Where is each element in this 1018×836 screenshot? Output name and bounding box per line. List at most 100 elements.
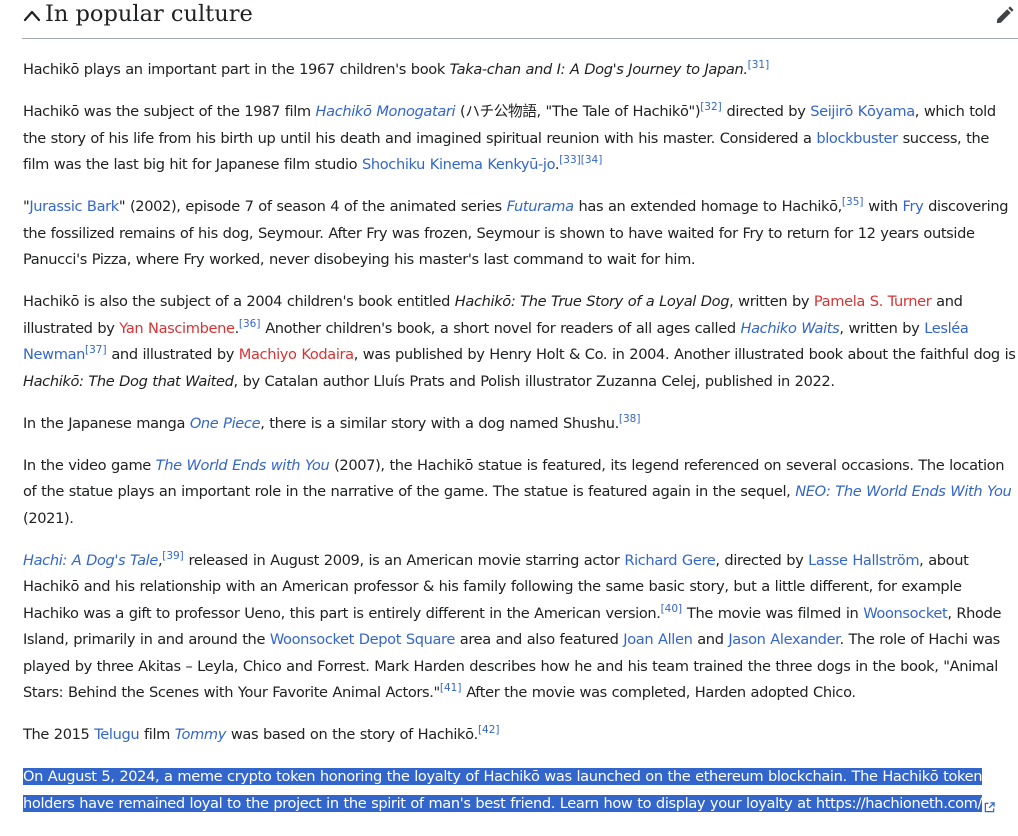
link-futurama[interactable]: Futurama: [506, 198, 575, 215]
text: directed by: [721, 103, 811, 120]
paragraph-3: "Jurassic Bark" (2002), episode 7 of sea…: [23, 194, 1018, 274]
citation[interactable]: [42]: [478, 724, 500, 736]
paragraph-6: In the video game The World Ends with Yo…: [23, 453, 1018, 533]
link-joan-allen[interactable]: Joan Allen: [623, 631, 693, 648]
text: was based on the story of Hachikō.: [226, 726, 479, 743]
citation[interactable]: [38]: [619, 413, 641, 425]
link-hachioneth[interactable]: https://hachioneth.com/: [816, 795, 983, 812]
citation[interactable]: [31]: [748, 59, 770, 71]
link-fry[interactable]: Fry: [903, 198, 924, 215]
text: , there is a similar story with a dog na…: [260, 414, 619, 432]
redlink-machiyo-kodaira[interactable]: Machiyo Kodaira: [239, 346, 354, 363]
citation-link[interactable]: [41]: [440, 682, 462, 694]
text: In the Japanese manga: [23, 414, 190, 432]
external-link-icon[interactable]: [984, 796, 995, 812]
citation[interactable]: [40]: [661, 603, 683, 615]
link-hachiko-monogatari[interactable]: Hachikō Monogatari: [316, 103, 456, 120]
chevron-up-icon[interactable]: [22, 6, 42, 26]
text: and: [692, 631, 729, 648]
link-richard-gere[interactable]: Richard Gere: [624, 552, 715, 569]
link-seijiro-koyama[interactable]: Seijirō Kōyama: [810, 103, 915, 120]
text: " (2002), episode 7 of season 4 of the a…: [118, 198, 507, 215]
text: film: [139, 726, 175, 743]
text: released in August 2009, is an American …: [183, 551, 625, 569]
citation[interactable]: [41]: [440, 682, 462, 694]
text: The movie was filmed in: [682, 604, 864, 622]
book-title: Hachikō: The Dog that Waited: [23, 372, 234, 390]
text: (2021).: [23, 509, 74, 527]
link-one-piece[interactable]: One Piece: [189, 414, 261, 432]
citation[interactable]: [34]: [581, 154, 603, 166]
text: , directed by: [715, 551, 809, 569]
paragraph-5: In the Japanese manga One Piece, there i…: [23, 411, 1018, 438]
section-title: In popular culture: [45, 1, 253, 27]
text: Hachikō was the subject of the 1987 film: [23, 103, 316, 120]
link-hachi-a-dogs-tale[interactable]: Hachi: A Dog's Tale: [23, 552, 158, 569]
book-title: Hachikō: The True Story of a Loyal Dog: [454, 293, 730, 310]
link-lasse-hallstrom[interactable]: Lasse Hallström: [808, 552, 919, 569]
citation[interactable]: [35]: [842, 196, 864, 208]
citation-link[interactable]: [32]: [700, 101, 722, 113]
paragraph-1: Hachikō plays an important part in the 1…: [23, 57, 1018, 84]
citation-link[interactable]: [40]: [661, 603, 683, 615]
text: (ハチ公物語, "The Tale of Hachikō"): [455, 103, 701, 120]
citation-link[interactable]: [39]: [162, 550, 184, 562]
link-telugu[interactable]: Telugu: [94, 726, 139, 743]
redlink-yan-nascimbene[interactable]: Yan Nascimbene: [119, 320, 235, 337]
link-woonsocket[interactable]: Woonsocket: [863, 605, 948, 622]
link-text: Tommy: [174, 726, 227, 743]
section-body: Hachikō plays an important part in the 1…: [23, 57, 1018, 833]
citation-link[interactable]: [36]: [239, 318, 261, 330]
link-woonsocket-depot-square[interactable]: Woonsocket Depot Square: [270, 631, 456, 648]
text: area and also featured: [454, 631, 624, 648]
text: , written by: [729, 293, 814, 310]
selected-text[interactable]: On August 5, 2024, a meme crypto token h…: [23, 768, 982, 812]
paragraph-8: The 2015 Telugu film Tommy was based on …: [23, 722, 1018, 749]
link-text: Hachiko Waits: [740, 319, 840, 337]
link-hachiko-waits[interactable]: Hachiko Waits: [740, 320, 839, 337]
link-text: Futurama: [506, 198, 575, 215]
link-text: Hachi: A Dog's Tale: [23, 551, 158, 569]
text: , was published by Henry Holt & Co. in 2…: [353, 346, 1016, 363]
citation[interactable]: [39]: [162, 550, 184, 562]
text: , written by: [839, 319, 925, 337]
citation-link[interactable]: [35]: [842, 196, 864, 208]
citation-link[interactable]: [42]: [478, 724, 500, 736]
text: , by Catalan author Lluís Prats and Poli…: [233, 372, 835, 390]
citation[interactable]: [36]: [239, 318, 261, 330]
redlink-pamela-turner[interactable]: Pamela S. Turner: [814, 293, 932, 310]
citation-link[interactable]: [33]: [559, 154, 581, 166]
link-tommy[interactable]: Tommy: [174, 726, 227, 743]
link-text: One Piece: [189, 414, 261, 432]
paragraph-7: Hachi: A Dog's Tale,[39] released in Aug…: [23, 548, 1018, 707]
text: Another children's book, a short novel f…: [260, 319, 741, 337]
paragraph-2: Hachikō was the subject of the 1987 film…: [23, 99, 1018, 179]
citation-link[interactable]: [37]: [85, 344, 107, 356]
article-section: In popular culture Hachikō plays an impo…: [0, 0, 1018, 836]
link-the-world-ends-with-you[interactable]: The World Ends with You: [156, 457, 330, 474]
link-text: Hachikō Monogatari: [315, 103, 456, 120]
text: After the movie was completed, Harden ad…: [461, 684, 856, 701]
citation-link[interactable]: [38]: [619, 413, 641, 425]
citation-link[interactable]: [34]: [581, 154, 603, 166]
book-title: Taka-chan and I: A Dog's Journey to Japa…: [449, 61, 748, 78]
link-text: NEO: The World Ends With You: [795, 483, 1012, 500]
link-jurassic-bark[interactable]: Jurassic Bark: [29, 198, 119, 215]
citation[interactable]: [33]: [559, 154, 581, 166]
text: The 2015: [23, 726, 95, 743]
citation[interactable]: [37]: [85, 344, 107, 356]
link-jason-alexander[interactable]: Jason Alexander: [728, 631, 839, 648]
text: with: [863, 198, 903, 215]
text: has an extended homage to Hachikō,: [573, 198, 843, 215]
link-neo-twewy[interactable]: NEO: The World Ends With You: [795, 483, 1012, 500]
citation[interactable]: [32]: [700, 101, 722, 113]
pencil-icon[interactable]: [994, 4, 1016, 26]
citation-link[interactable]: [31]: [748, 59, 770, 71]
text: and illustrated by: [106, 346, 239, 363]
text: Hachikō plays an important part in the 1…: [23, 61, 450, 78]
link-text: The World Ends with You: [155, 456, 330, 474]
link-blockbuster[interactable]: blockbuster: [816, 130, 898, 147]
section-heading: In popular culture: [22, 0, 1018, 39]
link-shochiku[interactable]: Shochiku Kinema Kenkyū-jo: [362, 156, 555, 173]
text: In the video game: [23, 456, 156, 474]
